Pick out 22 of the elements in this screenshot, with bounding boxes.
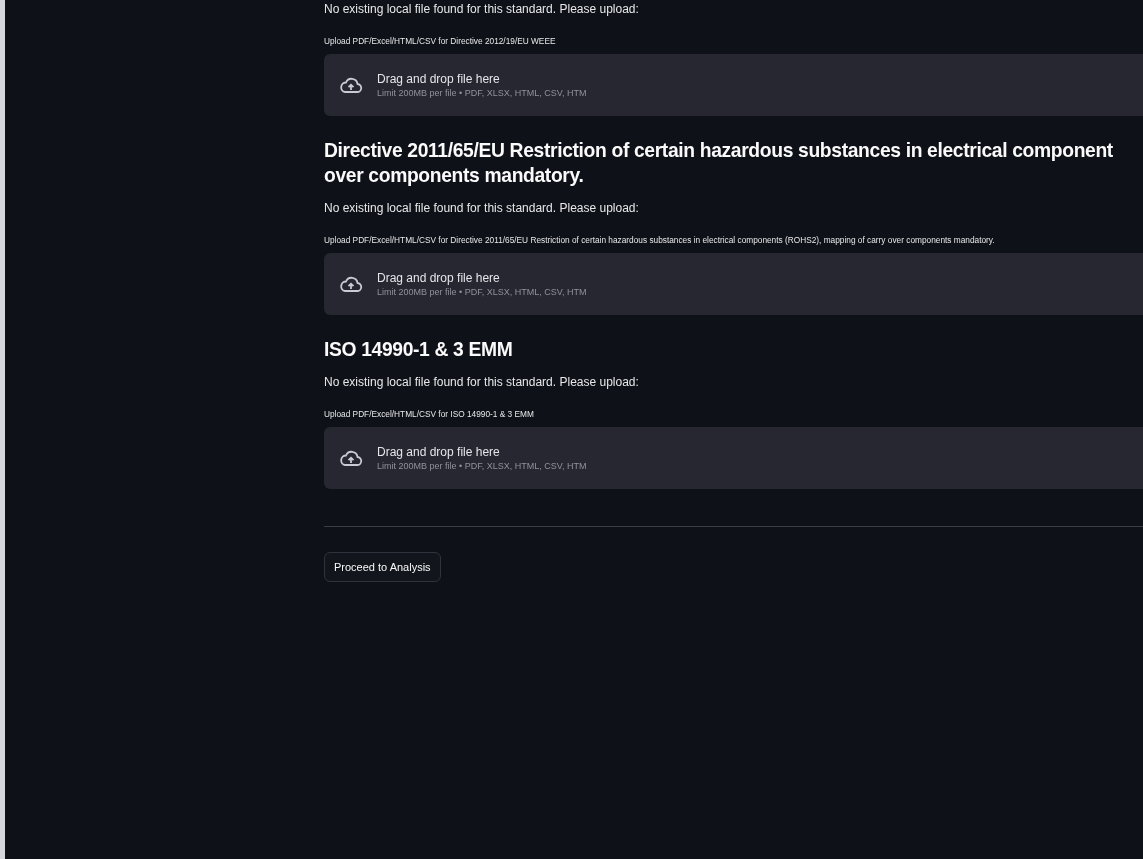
section-heading: Directive 2011/65/EU Restriction of certain hazardous substances in electrical component	[324, 139, 1114, 163]
upload-label: Upload PDF/Excel/HTML/CSV for Directive 2011/65/EU Restriction of certain hazardous substances in electrical components (ROHS2), mapping of carry over components mandatory.	[324, 234, 996, 247]
dropzone-limit: Limit 200MB per file • PDF, XLSX, HTML, CSV, HTM	[377, 461, 587, 471]
file-dropzone[interactable]: Drag and drop file here Limit 200MB per file • PDF, XLSX, HTML, CSV, HTM	[324, 427, 1143, 489]
dropzone-limit: Limit 200MB per file • PDF, XLSX, HTML, CSV, HTM	[377, 287, 587, 297]
upload-label: Upload PDF/Excel/HTML/CSV for Directive 2012/19/EU WEEE	[324, 35, 557, 48]
cloud-upload-icon	[339, 275, 363, 293]
dropzone-title: Drag and drop file here	[377, 445, 501, 459]
upload-label: Upload PDF/Excel/HTML/CSV for ISO 14990-1 & 3 EMM	[324, 408, 535, 421]
cloud-upload-icon	[339, 76, 363, 94]
file-dropzone[interactable]: Drag and drop file here Limit 200MB per file • PDF, XLSX, HTML, CSV, HTM	[324, 54, 1143, 116]
section-heading: ISO 14990-1 & 3 EMM	[324, 338, 514, 362]
dropzone-title: Drag and drop file here	[377, 271, 501, 285]
dropzone-title: Drag and drop file here	[377, 72, 501, 86]
file-dropzone[interactable]: Drag and drop file here Limit 200MB per file • PDF, XLSX, HTML, CSV, HTM	[324, 253, 1143, 315]
section-heading: over components mandatory.	[324, 164, 585, 188]
cloud-upload-icon	[339, 449, 363, 467]
dropzone-limit: Limit 200MB per file • PDF, XLSX, HTML, CSV, HTM	[377, 88, 587, 98]
notice-text: No existing local file found for this standard. Please upload:	[324, 374, 640, 390]
notice-text: No existing local file found for this standard. Please upload:	[324, 200, 640, 216]
notice-text: No existing local file found for this standard. Please upload:	[324, 1, 640, 17]
proceed-button[interactable]: Proceed to Analysis	[324, 552, 441, 582]
